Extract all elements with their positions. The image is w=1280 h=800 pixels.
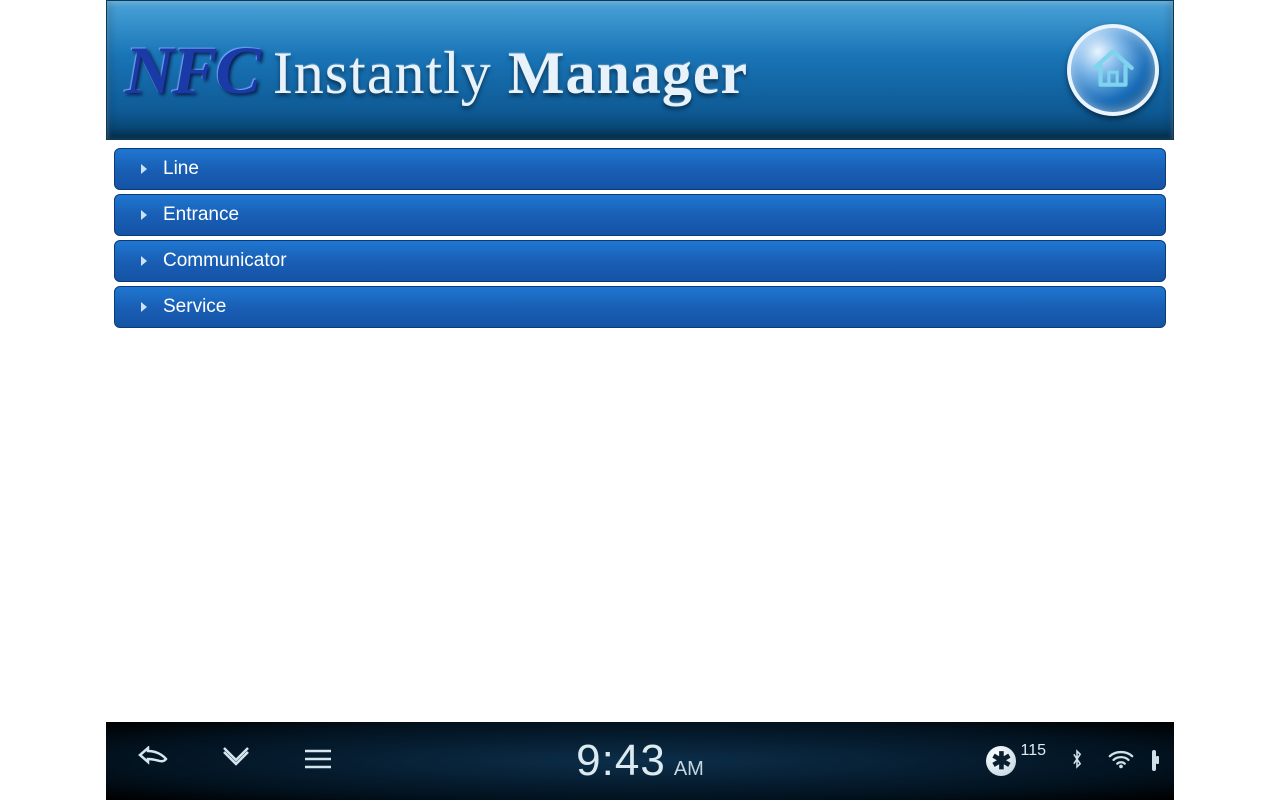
- chevron-right-icon: [141, 164, 147, 174]
- navbar-left: [106, 746, 336, 776]
- wifi-icon: [1108, 748, 1134, 775]
- chevron-right-icon: [141, 210, 147, 220]
- menu-item-label: Line: [163, 158, 199, 180]
- home-icon: [1088, 43, 1138, 98]
- menu-item-entrance[interactable]: Entrance: [114, 194, 1166, 236]
- menu-item-communicator[interactable]: Communicator: [114, 240, 1166, 282]
- battery-icon: [1152, 752, 1156, 770]
- chevron-down-icon: [220, 746, 252, 777]
- menu-item-line[interactable]: Line: [114, 148, 1166, 190]
- title-bold: Manager: [508, 40, 748, 106]
- menu-item-label: Service: [163, 296, 226, 318]
- main-menu: Line Entrance Communicator Service: [106, 140, 1174, 328]
- menu-button[interactable]: [300, 746, 336, 776]
- system-navbar: 9:43 AM ✱ 115: [106, 722, 1174, 800]
- clock-ampm: AM: [674, 758, 704, 781]
- chevron-right-icon: [141, 302, 147, 312]
- title-rest: Instantly Manager: [273, 39, 748, 108]
- dropdown-button[interactable]: [218, 746, 254, 776]
- app-header: NFC Instantly Manager: [106, 0, 1174, 140]
- hamburger-icon: [302, 746, 334, 777]
- menu-item-service[interactable]: Service: [114, 286, 1166, 328]
- bluetooth-icon: [1064, 748, 1090, 775]
- clock: 9:43 AM: [576, 736, 704, 786]
- home-button[interactable]: [1067, 24, 1159, 116]
- menu-item-label: Communicator: [163, 250, 287, 272]
- clock-time: 9:43: [576, 736, 666, 786]
- back-button[interactable]: [136, 746, 172, 776]
- app-title: NFC Instantly Manager: [125, 31, 748, 110]
- chevron-right-icon: [141, 256, 147, 266]
- title-mid: Instantly: [273, 40, 492, 106]
- navbar-right: ✱ 115: [986, 746, 1156, 776]
- back-icon: [138, 746, 170, 777]
- notification-count: 115: [1020, 742, 1046, 760]
- menu-item-label: Entrance: [163, 204, 239, 226]
- asterisk-icon: ✱: [986, 746, 1016, 776]
- app-frame: NFC Instantly Manager Line Entrance Comm…: [106, 0, 1174, 800]
- title-prefix: NFC: [125, 31, 259, 110]
- notification-indicator[interactable]: ✱ 115: [986, 746, 1046, 776]
